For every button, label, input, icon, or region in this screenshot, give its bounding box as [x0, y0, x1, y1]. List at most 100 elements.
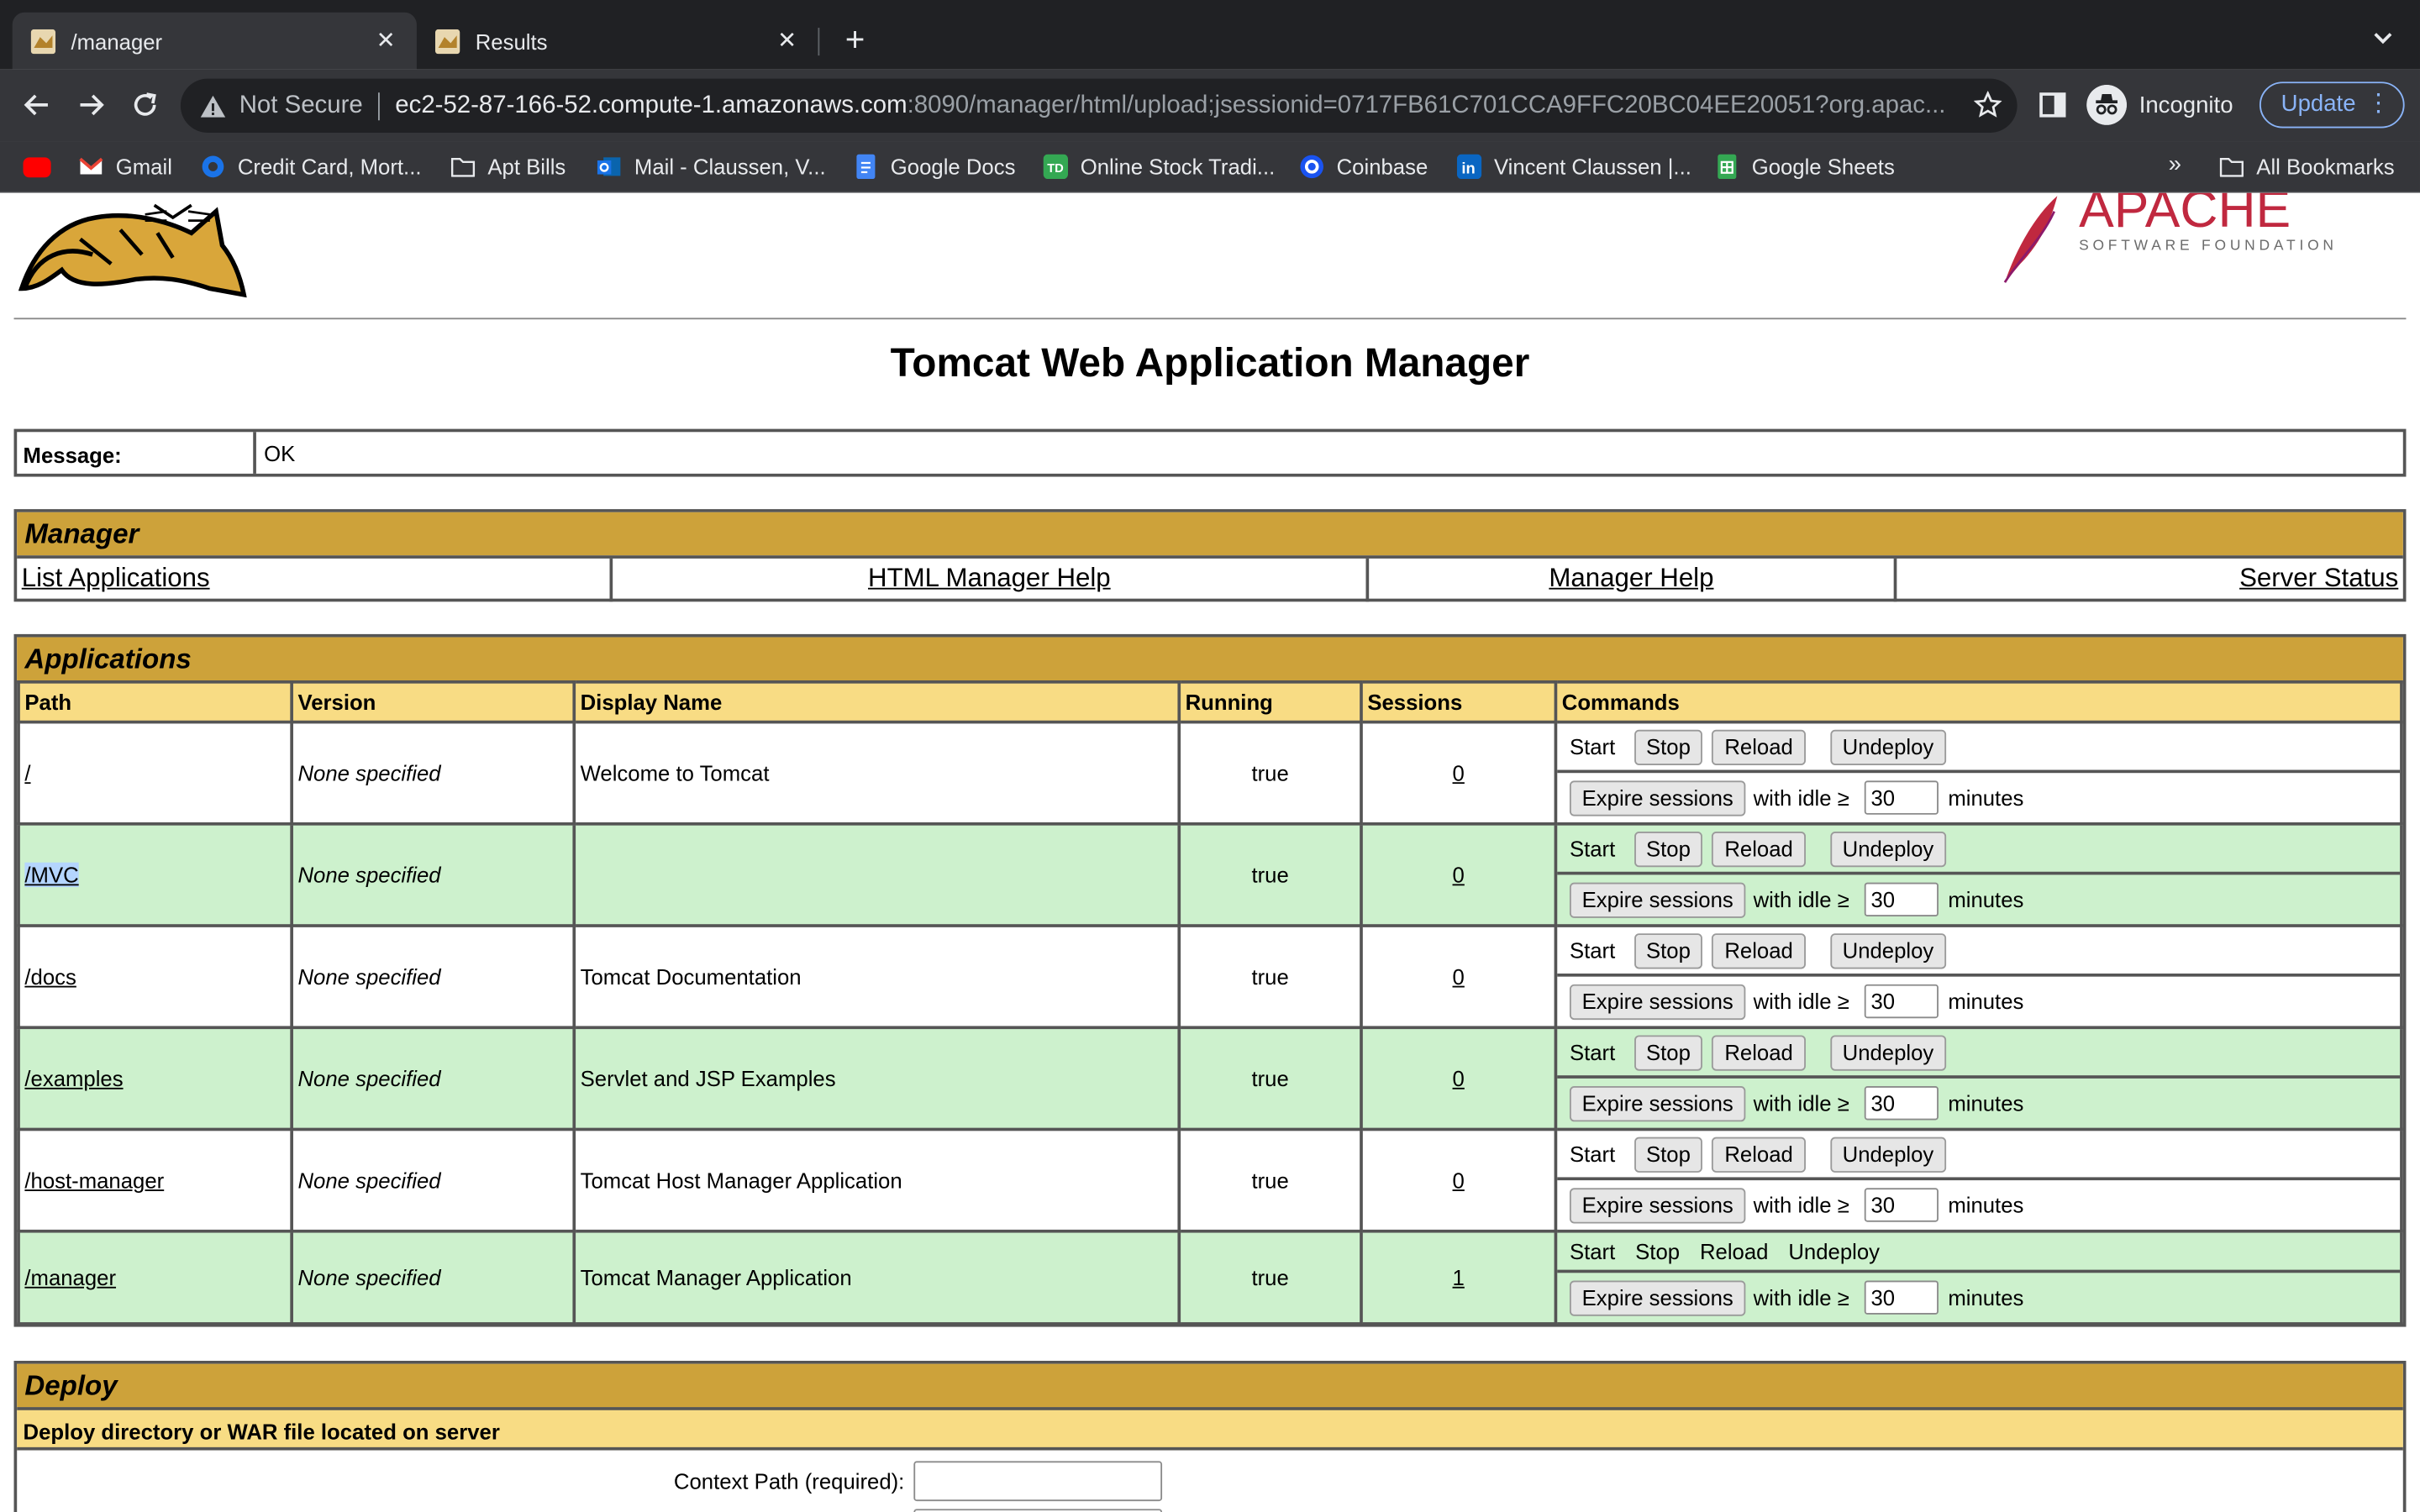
expire-sessions-button[interactable]: Expire sessions: [1569, 780, 1746, 816]
html-manager-help-link[interactable]: HTML Manager Help: [868, 563, 1111, 592]
omnibox-divider: [378, 92, 380, 120]
bookmark-coinbase[interactable]: Coinbase: [1300, 151, 1428, 182]
bookmark-online-stock[interactable]: TD Online Stock Tradi...: [1043, 151, 1275, 182]
reload-button[interactable]: Reload: [1712, 1136, 1806, 1172]
bookmark-gmail[interactable]: Gmail: [79, 151, 172, 182]
expire-sessions-button[interactable]: Expire sessions: [1569, 881, 1746, 917]
app-sessions-link[interactable]: 0: [1453, 1066, 1465, 1090]
bookmark-mail[interactable]: Mail - Claussen, V...: [597, 151, 826, 182]
start-label: Start: [1569, 734, 1616, 759]
back-icon[interactable]: [20, 88, 54, 122]
reload-button[interactable]: Reload: [1712, 1034, 1806, 1070]
table-header-row: Path Version Display Name Running Sessio…: [17, 680, 2403, 724]
bookmark-apt-bills[interactable]: Apt Bills: [450, 151, 566, 182]
close-tab-icon[interactable]: ✕: [373, 28, 397, 53]
browser-tab-strip: /manager ✕ Results ✕ +: [0, 0, 2420, 70]
idle-input[interactable]: 30: [1865, 780, 1939, 815]
app-path-cell: /docs: [17, 924, 293, 1030]
tab-separator: [818, 28, 820, 56]
app-sessions-link[interactable]: 0: [1453, 863, 1465, 887]
tab-results[interactable]: Results ✕: [417, 13, 818, 70]
server-status-link[interactable]: Server Status: [2239, 563, 2398, 592]
stop-button[interactable]: Stop: [1634, 932, 1703, 969]
undeploy-button[interactable]: Undeploy: [1829, 831, 1946, 867]
expire-sessions-button[interactable]: Expire sessions: [1569, 1279, 1746, 1315]
stop-button[interactable]: Stop: [1634, 1136, 1703, 1172]
bookmark-google-docs[interactable]: Google Docs: [854, 151, 1015, 182]
app-path-cell: /manager: [17, 1229, 293, 1326]
manager-help-link[interactable]: Manager Help: [1549, 563, 1713, 592]
bookmark-credit-card[interactable]: Credit Card, Mort...: [201, 151, 421, 182]
stop-button[interactable]: Stop: [1634, 728, 1703, 765]
expire-sessions-button[interactable]: Expire sessions: [1569, 1187, 1746, 1223]
bookmark-google-sheets[interactable]: Google Sheets: [1715, 151, 1895, 182]
bookmark-label: Vincent Claussen |...: [1493, 154, 1691, 180]
stop-button[interactable]: Stop: [1634, 1034, 1703, 1070]
column-header-commands: Commands: [1554, 680, 2403, 724]
close-tab-icon[interactable]: ✕: [775, 28, 799, 53]
deploy-version-input[interactable]: [913, 1509, 1163, 1512]
app-sessions-link[interactable]: 1: [1453, 1265, 1465, 1289]
browser-toolbar: Not Secure ec2-52-87-166-52.compute-1.am…: [0, 69, 2420, 142]
app-commands: Start Stop Reload Undeploy Expire sessio…: [1554, 1229, 2403, 1326]
update-label: Update: [2281, 91, 2356, 118]
idle-input[interactable]: 30: [1865, 1086, 1939, 1121]
bookmark-youtube[interactable]: [23, 151, 64, 182]
sheets-icon: [1718, 154, 1737, 180]
tomcat-logo[interactable]: [18, 193, 247, 302]
app-version: None specified: [290, 1026, 576, 1131]
context-path-input[interactable]: [913, 1461, 1163, 1502]
app-running: true: [1177, 924, 1363, 1030]
list-applications-link[interactable]: List Applications: [22, 563, 210, 592]
menu-dots-icon[interactable]: ⋮: [2366, 83, 2391, 126]
app-path-link[interactable]: /host-manager: [24, 1168, 164, 1192]
app-path-link[interactable]: /MVC: [24, 862, 79, 888]
idle-input[interactable]: 30: [1865, 882, 1939, 917]
app-path-link[interactable]: /examples: [24, 1066, 123, 1090]
expire-sessions-button[interactable]: Expire sessions: [1569, 1085, 1746, 1121]
reload-button[interactable]: Reload: [1712, 831, 1806, 867]
all-bookmarks[interactable]: All Bookmarks: [2219, 151, 2395, 182]
bookmarks-overflow-icon[interactable]: »: [2169, 151, 2181, 177]
idle-input[interactable]: 30: [1865, 984, 1939, 1019]
app-expire-row: Expire sessions with idle ≥ 30 minutes: [1557, 1273, 2400, 1322]
bookmark-linkedin[interactable]: in Vincent Claussen |...: [1456, 151, 1691, 182]
tomcat-favicon-icon: [434, 28, 460, 54]
idle-input[interactable]: 30: [1865, 1280, 1939, 1315]
app-sessions-link[interactable]: 0: [1453, 1168, 1465, 1192]
manager-link-cell: HTML Manager Help: [613, 558, 1370, 602]
app-commands: Start Stop Reload Undeploy Expire sessio…: [1554, 720, 2403, 826]
undeploy-button[interactable]: Undeploy: [1829, 1034, 1946, 1070]
app-path-cell: /: [17, 720, 293, 826]
reload-icon[interactable]: [128, 88, 161, 122]
side-panel-icon[interactable]: [2039, 91, 2066, 118]
idle-input[interactable]: 30: [1865, 1188, 1939, 1222]
table-row: /host-manager None specified Tomcat Host…: [17, 1127, 2403, 1233]
address-bar[interactable]: Not Secure ec2-52-87-166-52.compute-1.am…: [180, 78, 2018, 133]
stop-button[interactable]: Stop: [1634, 831, 1703, 867]
app-path-cell: /examples: [17, 1026, 293, 1131]
undeploy-button[interactable]: Undeploy: [1829, 1136, 1946, 1172]
expire-sessions-button[interactable]: Expire sessions: [1569, 983, 1746, 1020]
apache-logo[interactable]: APACHE SOFTWARE FOUNDATION: [1999, 193, 2346, 286]
incognito-indicator[interactable]: Incognito: [2086, 81, 2233, 128]
new-tab-icon[interactable]: +: [838, 23, 871, 57]
app-path-link[interactable]: /: [24, 761, 30, 785]
forward-icon[interactable]: [74, 88, 108, 122]
reload-button[interactable]: Reload: [1712, 932, 1806, 969]
app-path-link[interactable]: /manager: [24, 1265, 116, 1289]
bookmark-star-icon[interactable]: [1974, 91, 2002, 118]
tab-manager[interactable]: /manager ✕: [12, 12, 417, 70]
app-sessions-link[interactable]: 0: [1453, 964, 1465, 989]
app-path-link[interactable]: /docs: [24, 964, 76, 989]
chevron-down-icon[interactable]: [2369, 24, 2396, 51]
reload-button[interactable]: Reload: [1712, 728, 1806, 765]
update-button[interactable]: Update ⋮: [2259, 81, 2405, 129]
manager-link-cell: List Applications: [17, 558, 613, 602]
undeploy-button[interactable]: Undeploy: [1829, 728, 1946, 765]
undeploy-button[interactable]: Undeploy: [1829, 932, 1946, 969]
app-expire-row: Expire sessions with idle ≥ 30 minutes: [1557, 874, 2400, 924]
app-running: true: [1177, 1229, 1363, 1326]
app-sessions-link[interactable]: 0: [1453, 761, 1465, 785]
bookmark-label: Apt Bills: [487, 154, 566, 180]
